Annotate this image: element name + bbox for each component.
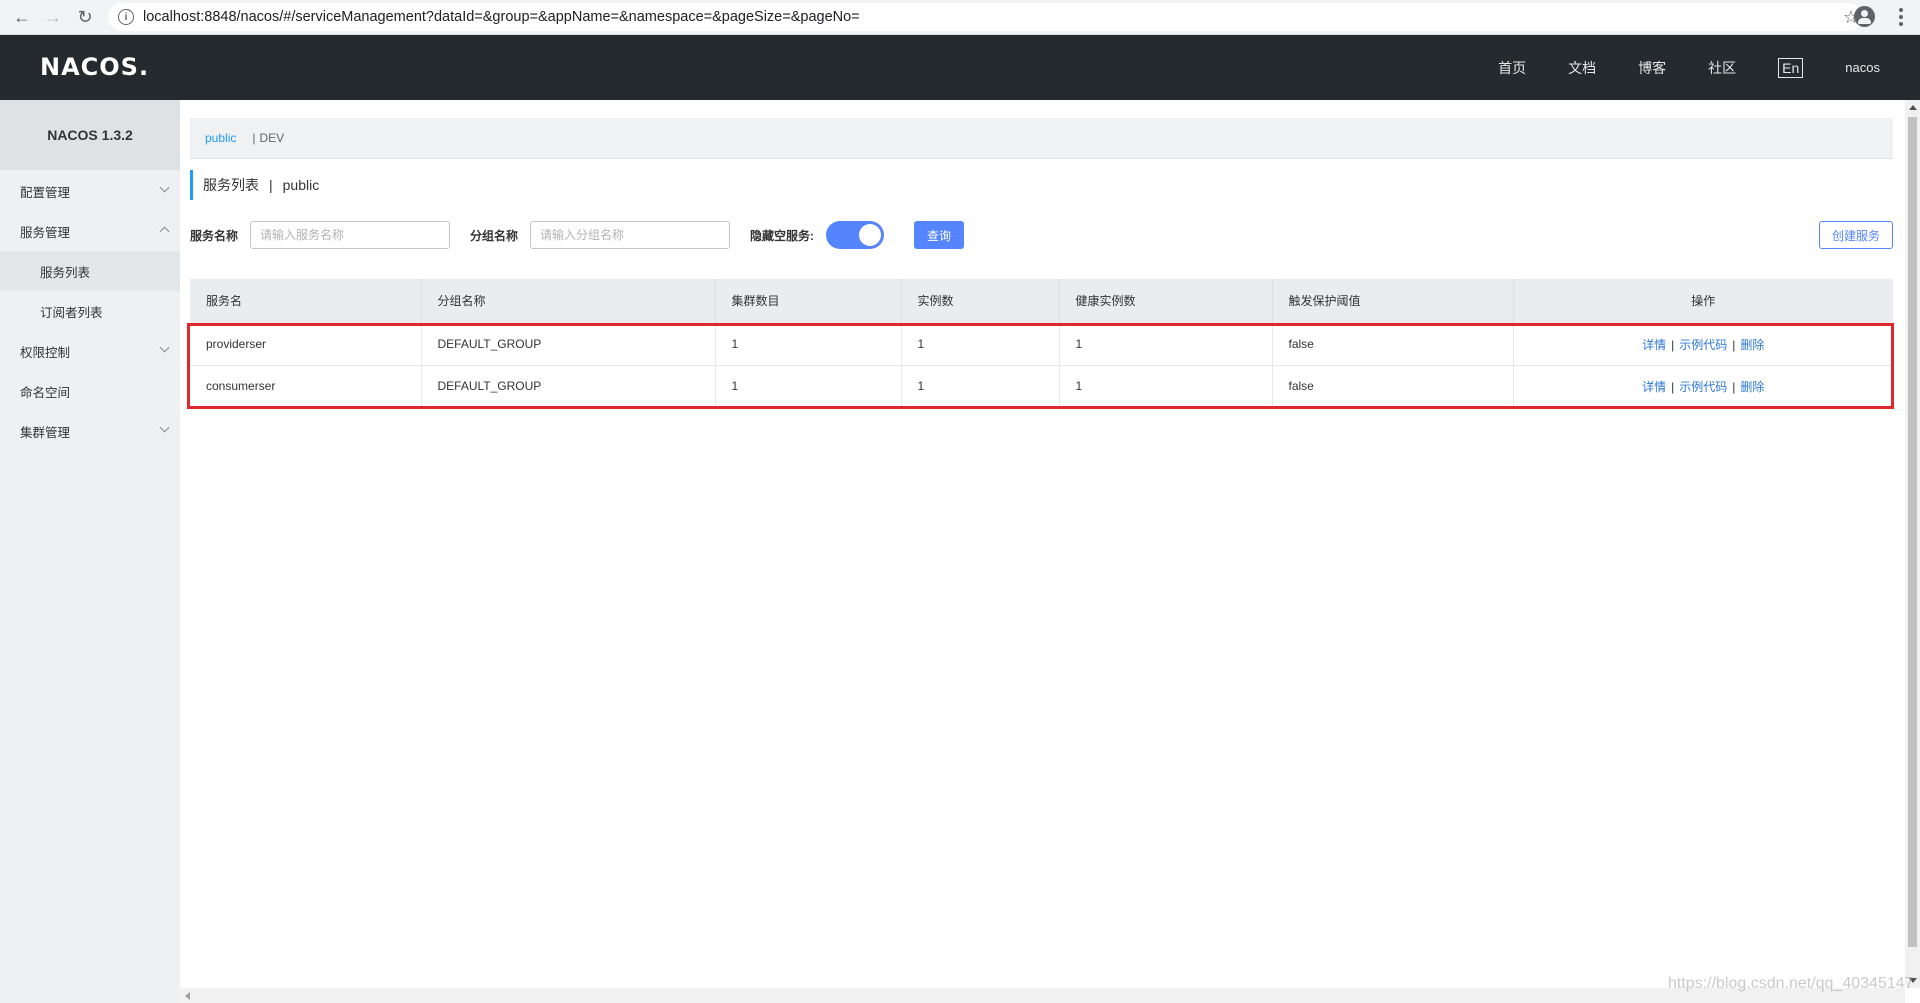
page-title-text: 服务列表 [203, 177, 259, 193]
sidebar-item-label: 命名空间 [20, 385, 71, 400]
watermark-text: https://blog.csdn.net/qq_40345147 [1668, 975, 1914, 992]
namespace-separator: | [252, 131, 256, 145]
page-title-namespace: public [282, 177, 320, 193]
toggle-knob [859, 224, 881, 246]
query-button[interactable]: 查询 [914, 221, 964, 249]
main-content: public | DEV 服务列表 | public 服务名称 分组名称 隐藏空… [180, 100, 1920, 1003]
namespace-bar: public | DEV [190, 118, 1893, 159]
sidebar-item-label: 权限控制 [20, 345, 71, 360]
forward-arrow-icon[interactable]: → [37, 1, 69, 33]
nav-blog[interactable]: 博客 [1638, 58, 1666, 78]
user-menu[interactable]: nacos [1845, 60, 1880, 75]
cell-group-name: DEFAULT_GROUP [421, 323, 716, 366]
op-separator: | [1671, 379, 1675, 394]
column-header: 触发保护阈值 [1272, 279, 1514, 324]
chevron-down-icon [159, 342, 170, 353]
column-header: 集群数目 [715, 279, 902, 324]
sidebar-item-label: 配置管理 [20, 185, 71, 200]
cell-operations: 详情 | 示例代码 | 删除 [1513, 323, 1893, 366]
chevron-down-icon [159, 422, 170, 433]
nav-docs[interactable]: 文档 [1568, 58, 1596, 78]
cell-instance-count: 1 [901, 323, 1060, 366]
cell-cluster-count: 1 [715, 323, 902, 366]
hide-empty-label: 隐藏空服务: [750, 229, 814, 243]
delete-link[interactable]: 删除 [1740, 380, 1764, 394]
sidebar-item-subscriber-list[interactable]: 订阅者列表 [0, 291, 180, 331]
sidebar-item-service-management[interactable]: 服务管理 [0, 211, 180, 251]
url-text: localhost:8848/nacos/#/serviceManagement… [143, 9, 860, 25]
reload-icon[interactable]: ↻ [69, 1, 101, 33]
column-header: 健康实例数 [1059, 279, 1273, 324]
cell-service-name: consumerser [190, 365, 422, 408]
sidebar-item-config-management[interactable]: 配置管理 [0, 171, 180, 211]
cell-cluster-count: 1 [715, 365, 902, 408]
sample-code-link[interactable]: 示例代码 [1679, 380, 1727, 394]
namespace-dev[interactable]: DEV [259, 131, 284, 145]
app-header: NACOS. 首页 文档 博客 社区 En nacos [0, 35, 1920, 100]
sidebar-item-access-control[interactable]: 权限控制 [0, 331, 180, 371]
column-header: 服务名 [190, 279, 422, 324]
chevron-down-icon [159, 182, 170, 193]
column-header: 分组名称 [421, 279, 716, 324]
horizontal-scrollbar[interactable] [180, 988, 1905, 1003]
sidebar-item-label: 服务管理 [20, 225, 71, 240]
delete-link[interactable]: 删除 [1740, 338, 1764, 352]
top-nav: 首页 文档 博客 社区 En nacos [1498, 35, 1920, 100]
vertical-scrollbar[interactable] [1905, 100, 1920, 988]
cell-operations: 详情 | 示例代码 | 删除 [1513, 365, 1893, 408]
scroll-up-arrow-icon[interactable] [1909, 105, 1917, 110]
hide-empty-toggle[interactable] [826, 221, 884, 249]
page-title: 服务列表 | public [190, 170, 319, 200]
cell-threshold: false [1272, 365, 1514, 408]
table-row: providerser DEFAULT_GROUP 1 1 1 false 详情… [190, 323, 1893, 366]
cell-healthy-count: 1 [1059, 323, 1273, 366]
address-bar[interactable]: i localhost:8848/nacos/#/serviceManageme… [108, 3, 1863, 31]
detail-link[interactable]: 详情 [1642, 380, 1666, 394]
profile-icon[interactable] [1854, 6, 1875, 27]
nacos-logo[interactable]: NACOS. [40, 53, 149, 81]
op-separator: | [1671, 337, 1675, 352]
nav-community[interactable]: 社区 [1708, 58, 1736, 78]
table-header: 服务名 分组名称 集群数目 实例数 健康实例数 触发保护阈值 操作 [190, 279, 1893, 324]
cell-group-name: DEFAULT_GROUP [421, 365, 716, 408]
back-arrow-icon[interactable]: ← [6, 1, 38, 33]
sidebar-item-cluster-management[interactable]: 集群管理 [0, 411, 180, 451]
sample-code-link[interactable]: 示例代码 [1679, 338, 1727, 352]
cell-service-name: providerser [190, 323, 422, 366]
more-menu-icon[interactable] [1893, 4, 1909, 30]
sidebar: NACOS 1.3.2 配置管理 服务管理 服务列表 订阅者列表 权限控制 命名… [0, 100, 180, 1003]
service-table: 服务名 分组名称 集群数目 实例数 健康实例数 触发保护阈值 操作 provid… [190, 279, 1893, 408]
sidebar-item-label: 集群管理 [20, 425, 71, 440]
sidebar-item-namespace[interactable]: 命名空间 [0, 371, 180, 411]
page-title-separator: | [269, 177, 273, 193]
language-toggle-button[interactable]: En [1778, 57, 1804, 78]
service-name-label: 服务名称 [190, 229, 239, 243]
scrollbar-thumb[interactable] [1908, 117, 1917, 947]
filter-form: 服务名称 分组名称 隐藏空服务: 查询 创建服务 [190, 221, 1893, 249]
info-icon[interactable]: i [118, 9, 134, 25]
browser-toolbar: ← → ↻ i localhost:8848/nacos/#/serviceMa… [0, 0, 1920, 35]
table-row: consumerser DEFAULT_GROUP 1 1 1 false 详情… [190, 365, 1893, 408]
namespace-public[interactable]: public [205, 131, 236, 145]
nav-home[interactable]: 首页 [1498, 58, 1526, 78]
op-separator: | [1732, 337, 1736, 352]
create-service-button[interactable]: 创建服务 [1819, 221, 1893, 249]
group-name-input[interactable] [530, 221, 730, 249]
group-name-label: 分组名称 [470, 229, 519, 243]
chevron-up-icon [159, 226, 170, 237]
column-header: 实例数 [901, 279, 1060, 324]
op-separator: | [1732, 379, 1736, 394]
scroll-left-arrow-icon[interactable] [185, 992, 190, 1000]
cell-threshold: false [1272, 323, 1514, 366]
service-name-input[interactable] [250, 221, 450, 249]
column-header: 操作 [1513, 279, 1893, 324]
cell-instance-count: 1 [901, 365, 1060, 408]
cell-healthy-count: 1 [1059, 365, 1273, 408]
sidebar-item-service-list[interactable]: 服务列表 [0, 251, 180, 291]
detail-link[interactable]: 详情 [1642, 338, 1666, 352]
sidebar-title: NACOS 1.3.2 [0, 100, 180, 170]
